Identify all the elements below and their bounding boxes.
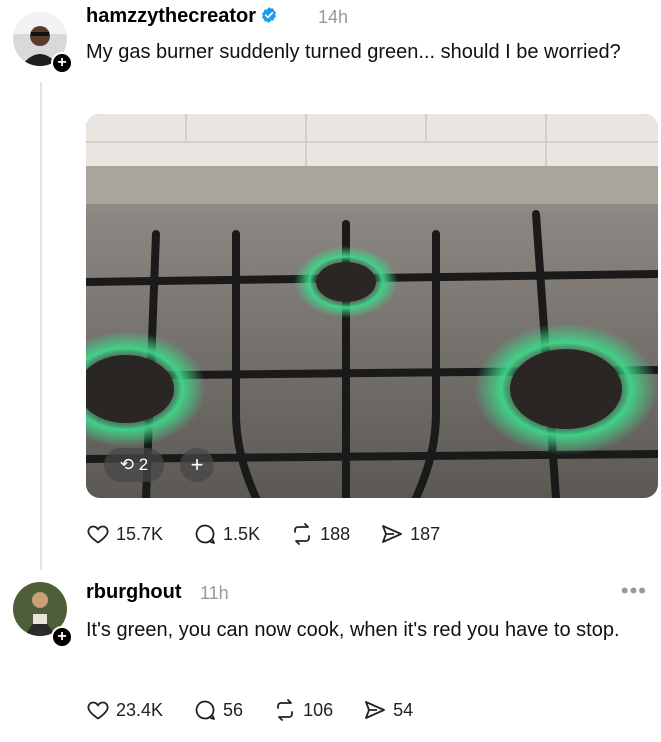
like-count: 23.4K <box>116 699 164 720</box>
reply-button[interactable]: 1.5K <box>193 522 260 546</box>
reply-button[interactable]: 56 <box>193 698 243 722</box>
reply-count: 56 <box>223 699 244 720</box>
share-button[interactable]: 54 <box>363 698 413 722</box>
repost-icon: ⟲ <box>119 455 135 474</box>
reply-count: 1.5K <box>223 523 261 544</box>
repost-button[interactable]: 188 <box>290 522 350 546</box>
repost-icon <box>277 699 293 721</box>
share-button[interactable]: 187 <box>380 522 440 546</box>
share-count: 54 <box>393 699 414 720</box>
more-icon[interactable]: ••• <box>621 578 647 604</box>
media-count-badge[interactable]: ⟲ 2 <box>104 448 164 482</box>
comment-icon <box>195 524 215 544</box>
like-button[interactable]: 15.7K <box>86 522 163 546</box>
username[interactable]: hamzzythecreator <box>86 5 278 28</box>
post-time: 11h <box>200 583 229 603</box>
like-count: 15.7K <box>116 523 164 544</box>
follow-button[interactable]: + <box>51 626 73 648</box>
share-icon <box>365 701 386 719</box>
comment-icon <box>195 700 215 720</box>
username[interactable]: rburghout <box>86 581 182 604</box>
share-count: 187 <box>410 523 441 544</box>
post-image[interactable]: ⟲ 2 + <box>86 114 658 498</box>
post: + hamzzythecreator 14h My gas burner sud… <box>0 0 661 570</box>
repost-count: 188 <box>320 523 351 544</box>
follow-button[interactable]: + <box>51 52 73 74</box>
heart-icon <box>87 525 109 544</box>
share-icon <box>382 525 403 543</box>
like-button[interactable]: 23.4K <box>86 698 163 722</box>
post-text: My gas burner suddenly turned green... s… <box>86 41 621 63</box>
repost-icon <box>294 523 310 545</box>
heart-icon <box>87 701 109 720</box>
repost-button[interactable]: 106 <box>273 698 333 722</box>
add-media-button[interactable]: + <box>180 448 214 482</box>
post-actions: 15.7K 1.5K 188 187 <box>86 519 470 549</box>
reply-text: It's green, you can now cook, when it's … <box>86 619 620 641</box>
repost-count: 106 <box>303 699 334 720</box>
reply-post: + rburghout 11h ••• It's green, you can … <box>0 570 661 742</box>
verified-icon <box>262 7 277 23</box>
reply-actions: 23.4K 56 106 54 <box>86 695 443 725</box>
post-time: 14h <box>318 7 349 27</box>
